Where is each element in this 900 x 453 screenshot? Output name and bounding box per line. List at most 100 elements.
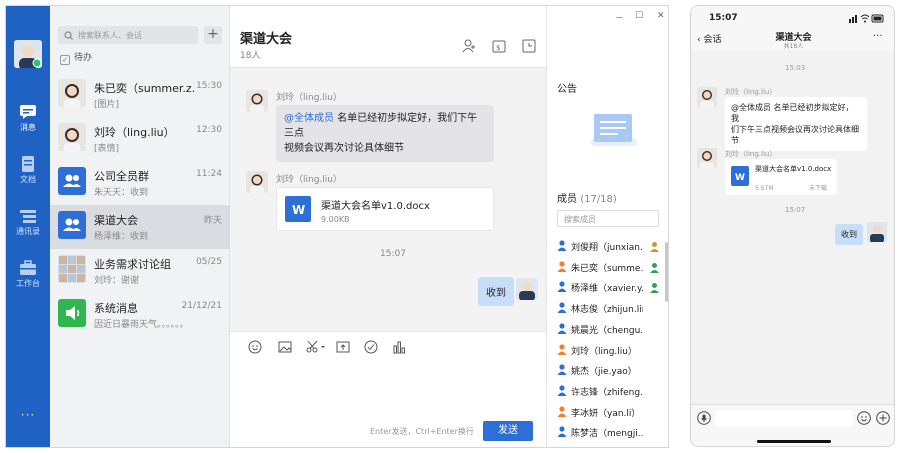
- conversation-item[interactable]: 系统消息 21/12/21 因近日暴雨天气。。。。。。: [50, 293, 230, 337]
- my-avatar[interactable]: [867, 222, 887, 242]
- role-badge-icon: [650, 262, 659, 273]
- conversation-item-active[interactable]: 渠道大会 昨天 杨泽维：收到: [50, 205, 230, 249]
- person-icon: [557, 405, 567, 417]
- conversation-name: 朱已奕（summer.z...: [94, 82, 194, 95]
- desktop-window: 消息 文档 通讯录 工作台 ··· 搜索联系人、会话 + ✓ 待办 朱已奕（sum…: [5, 5, 669, 448]
- conversation-time: 21/12/21: [181, 301, 222, 311]
- member-name: 杨泽维（xavier.y...: [571, 284, 643, 295]
- conversation-time: 11:24: [196, 169, 222, 179]
- chat-panel: 渠道大会 18人 $ 刘玲（ling.liu） @全体成员 名单已经初步拟定好，…: [230, 6, 563, 447]
- group-avatar: [58, 255, 86, 283]
- announcement-title: 公告: [557, 84, 577, 95]
- member-name: 林志俊（zhijun.lin）: [571, 305, 643, 316]
- file-name: 渠道大会名单v1.0.docx: [755, 165, 832, 173]
- voice-icon[interactable]: [697, 411, 711, 425]
- workbench-icon: [20, 260, 36, 275]
- file-card[interactable]: W 渠道大会名单v1.0.docx 9.00KB: [276, 187, 494, 231]
- close-button[interactable]: ✕: [657, 11, 665, 21]
- conversation-name: 业务需求讨论组: [94, 258, 171, 271]
- message-line: 们下午三点视频会议再次讨论具体细: [731, 125, 859, 134]
- avatar[interactable]: [697, 148, 717, 168]
- sidebar-item-contacts[interactable]: 通讯录: [6, 202, 50, 246]
- user-avatar[interactable]: [14, 40, 42, 68]
- plus-icon[interactable]: [876, 411, 890, 425]
- sidebar-item-workbench[interactable]: 工作台: [6, 254, 50, 298]
- member-item[interactable]: 刘俊翔（junxian...: [557, 240, 661, 260]
- mobile-message-input[interactable]: [715, 410, 853, 426]
- avatar[interactable]: [246, 171, 268, 193]
- member-item[interactable]: 林志俊（zhijun.lin）: [557, 302, 661, 322]
- file-status: 未下载: [809, 185, 828, 192]
- emoji-icon[interactable]: [857, 411, 871, 425]
- maximize-button[interactable]: ☐: [635, 11, 643, 21]
- add-member-icon[interactable]: [462, 39, 476, 53]
- sidebar-item-label: 工作台: [16, 279, 40, 288]
- mention[interactable]: @全体成员: [284, 113, 334, 124]
- scrollbar[interactable]: [665, 242, 668, 302]
- conversation-list: 搜索联系人、会话 + ✓ 待办 朱已奕（summer.z... 15:30 [图片…: [50, 6, 230, 447]
- member-item[interactable]: 李冰妍（yan.li）: [557, 405, 661, 426]
- member-item[interactable]: 刘玲（ling.liu）: [557, 343, 661, 364]
- time-divider: 15:03: [785, 64, 806, 72]
- message-text: 视频会议再次讨论具体细节: [284, 143, 404, 154]
- emoji-icon[interactable]: [248, 340, 262, 354]
- wallet-icon[interactable]: $: [492, 39, 506, 53]
- conversation-item[interactable]: 刘玲（ling.liu） 12:30 [表情]: [50, 117, 230, 161]
- conversation-name: 公司全员群: [94, 170, 149, 183]
- image-icon[interactable]: [278, 340, 292, 354]
- send-button[interactable]: 发送: [483, 421, 533, 441]
- my-message-bubble: 收到: [478, 277, 514, 306]
- search-icon: [64, 31, 73, 40]
- avatar: [58, 123, 86, 151]
- message-sender: 刘玲（ling.liu）: [276, 93, 342, 103]
- conversation-preview: 因近日暴雨天气。。。。。。: [94, 320, 189, 330]
- member-search-input[interactable]: 搜索成员: [557, 210, 659, 227]
- member-item[interactable]: 姚晨光（chengu...: [557, 323, 661, 343]
- minimize-button[interactable]: －: [615, 11, 624, 24]
- group-icon: [58, 211, 86, 239]
- announcement-empty-icon: [591, 114, 637, 146]
- mobile-subtitle: 共18人: [783, 43, 804, 50]
- file-card[interactable]: W 渠道大会名单v1.0.docx 5.57M 未下载: [725, 159, 837, 195]
- conversation-item[interactable]: 业务需求讨论组 05/25 刘玲：谢谢: [50, 249, 230, 293]
- conversation-item[interactable]: 公司全员群 11:24 朱天天：收到: [50, 161, 230, 205]
- more-icon[interactable]: ···: [873, 31, 883, 42]
- word-doc-icon: W: [285, 196, 311, 222]
- member-item[interactable]: 许志锋（zhifeng...: [557, 385, 661, 405]
- my-avatar[interactable]: [516, 278, 538, 300]
- person-icon: [557, 426, 567, 438]
- member-item[interactable]: 杨泽维（xavier.y...: [557, 281, 661, 301]
- time-divider: 15:07: [785, 206, 806, 214]
- history-icon[interactable]: [522, 39, 536, 53]
- more-icon[interactable]: ···: [6, 408, 50, 422]
- status-time: 15:07: [709, 13, 738, 23]
- upload-file-icon[interactable]: [336, 340, 350, 354]
- role-badge-icon: [650, 283, 659, 294]
- contacts-icon: [20, 210, 36, 223]
- role-badge-icon: [650, 242, 659, 252]
- avatar[interactable]: [246, 90, 268, 112]
- add-button[interactable]: +: [204, 26, 222, 44]
- member-name: 许志锋（zhifeng...: [571, 387, 643, 398]
- sidebar-item-messages[interactable]: 消息: [6, 98, 50, 142]
- word-doc-icon: W: [731, 166, 749, 186]
- sidebar-item-documents[interactable]: 文档: [6, 150, 50, 194]
- screenshot-icon[interactable]: [306, 340, 326, 354]
- avatar: [58, 79, 86, 107]
- conversation-item[interactable]: 朱已奕（summer.z... 15:30 [图片]: [50, 73, 230, 117]
- poll-chart-icon[interactable]: [392, 340, 406, 354]
- mobile-header: 15:07 ‹ 会话 渠道大会 共18人 ···: [691, 6, 894, 50]
- todo-label: 待办: [74, 53, 93, 63]
- check-task-icon[interactable]: [364, 340, 378, 354]
- search-input[interactable]: 搜索联系人、会话: [58, 26, 198, 44]
- person-icon: [557, 385, 567, 396]
- members-title: 成员 (17/18): [557, 190, 617, 205]
- member-item[interactable]: 姚杰（jie.yao）: [557, 364, 661, 384]
- member-name: 刘玲（ling.liu）: [571, 346, 637, 357]
- chat-header: 渠道大会 18人 $: [230, 6, 563, 68]
- message-sender: 刘玲（ling.liu）: [725, 150, 777, 158]
- member-item[interactable]: 陈梦洁（mengji...: [557, 426, 661, 446]
- todo-filter[interactable]: ✓ 待办: [60, 50, 92, 65]
- member-item[interactable]: 朱已奕（summe...: [557, 261, 661, 281]
- avatar[interactable]: [697, 87, 717, 107]
